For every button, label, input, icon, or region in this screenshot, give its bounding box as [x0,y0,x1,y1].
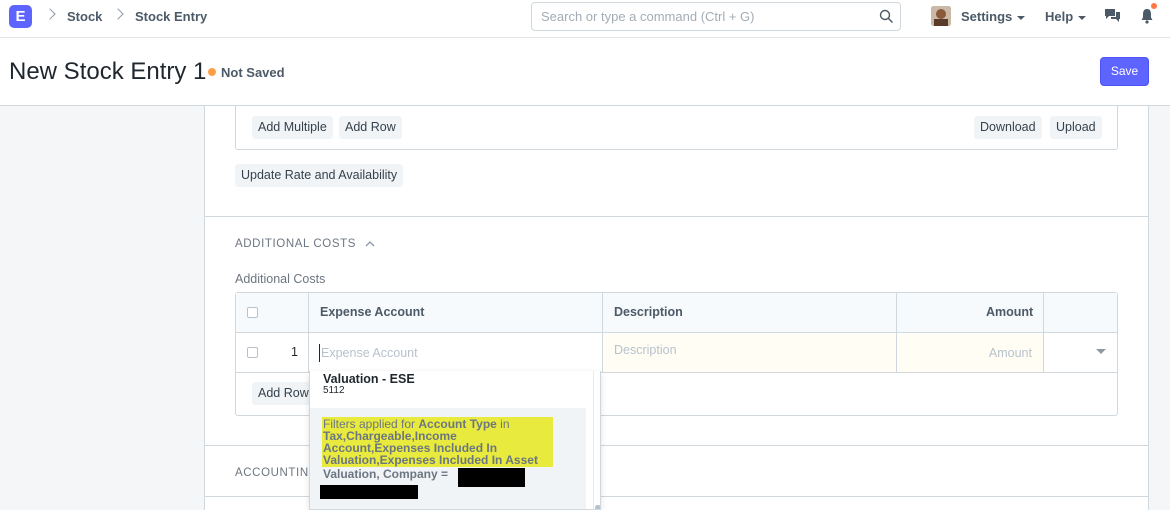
column-divider [1043,293,1044,373]
chevron-right-icon [112,8,124,20]
filter-values: Tax,Chargeable,Income Account,Expenses I… [323,429,538,467]
caret-down-icon [1017,15,1026,20]
download-button[interactable]: Download [974,116,1042,139]
section-head-additional-costs[interactable]: ADDITIONAL COSTS [235,238,356,250]
avatar[interactable] [931,6,951,26]
select-all-checkbox[interactable] [247,307,258,318]
settings-label: Settings [961,9,1013,24]
filter-in: in [496,417,510,431]
status-badge: Not Saved [221,65,285,80]
breadcrumb-stock[interactable]: Stock [67,9,102,24]
page-title: New Stock Entry 1 [9,58,207,85]
expense-account-input[interactable] [319,344,602,362]
search-input[interactable] [541,9,871,24]
dropdown-option[interactable]: Valuation - ESE 5112 [310,371,586,407]
search-icon[interactable] [879,9,894,24]
help-label: Help [1045,9,1074,24]
redacted-block [458,468,525,487]
column-divider [308,293,309,373]
update-rate-button[interactable]: Update Rate and Availability [235,164,404,187]
add-multiple-button[interactable]: Add Multiple [252,116,333,139]
filter-company: Valuation, Company = [323,467,449,481]
dropdown-filter-info: Filters applied for Account Type in Tax,… [310,408,586,509]
row-edit-icon[interactable] [1096,349,1106,354]
breadcrumb-stock-entry[interactable]: Stock Entry [135,9,207,24]
amount-input[interactable] [897,334,1043,372]
top-navbar: E Stock Stock Entry Settings Help [0,0,1170,38]
row-index: 1 [291,345,298,359]
field-label: Additional Costs [235,272,326,286]
column-header-description: Description [614,305,683,319]
add-row-button[interactable]: Add Row [339,116,402,139]
chevron-up-icon[interactable] [365,240,375,247]
scrollbar-thumb[interactable] [595,505,600,509]
search-bar[interactable] [531,2,901,31]
autocomplete-dropdown: Valuation - ESE 5112 Filters applied for… [309,371,601,510]
status-indicator-dot [208,68,216,76]
add-row-button[interactable]: Add Row [252,382,315,405]
description-input[interactable] [603,334,896,372]
redacted-block [320,485,418,499]
filter-description: Filters applied for Account Type in Tax,… [322,417,553,467]
help-menu[interactable]: Help [1045,9,1087,24]
table-header: Expense Account Description Amount [236,293,1117,333]
section-head-accounting[interactable]: ACCOUNTING [235,467,318,479]
dropdown-scrollbar[interactable] [593,371,600,509]
caret-down-icon [1078,15,1087,20]
chat-icon[interactable] [1104,8,1121,23]
save-button[interactable]: Save [1100,57,1149,86]
chevron-right-icon [44,8,56,20]
notification-dot [1151,3,1157,9]
settings-menu[interactable]: Settings [961,9,1026,24]
column-header-amount: Amount [986,305,1034,319]
upload-button[interactable]: Upload [1050,116,1102,139]
column-header-expense-account: Expense Account [320,305,425,319]
page-header: New Stock Entry 1 Not Saved Save [0,38,1170,106]
option-title: Valuation - ESE [323,372,415,386]
app-logo[interactable]: E [9,5,32,28]
row-checkbox[interactable] [247,347,258,358]
bell-icon[interactable] [1140,8,1154,24]
option-code: 5112 [323,385,345,396]
section-divider [204,216,1149,217]
